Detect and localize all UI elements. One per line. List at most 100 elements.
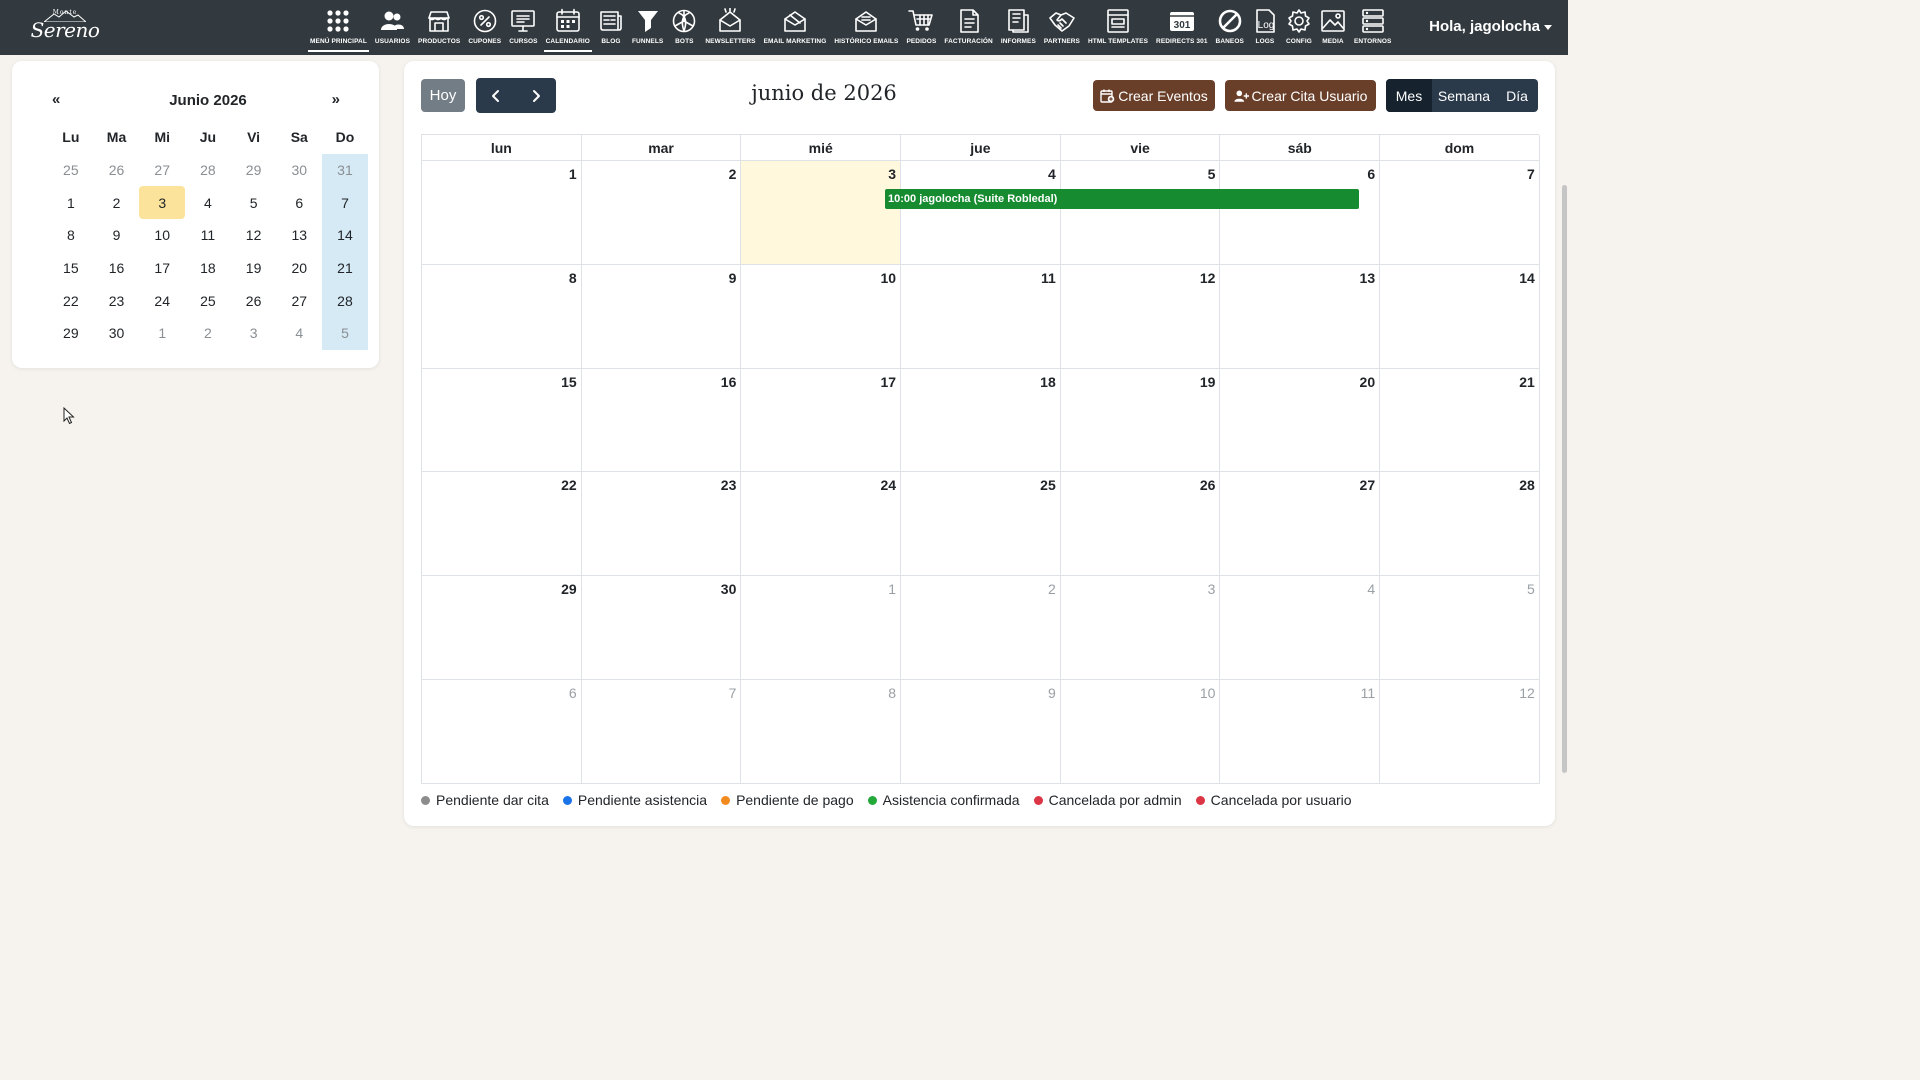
nav-item-cupones[interactable]: CUPONES (464, 0, 505, 50)
mini-day-cell[interactable]: 29 (48, 317, 94, 350)
prev-month-button[interactable] (476, 78, 516, 113)
create-appointment-button[interactable]: Crear Cita Usuario (1225, 80, 1376, 111)
day-cell[interactable]: 6 (422, 679, 582, 784)
mini-day-cell[interactable]: 30 (276, 154, 322, 187)
day-cell[interactable]: 4 (1220, 576, 1381, 680)
mini-day-cell[interactable]: 3 (139, 186, 186, 220)
mini-day-cell[interactable]: 27 (139, 154, 185, 187)
day-cell[interactable]: 16 (581, 368, 742, 473)
mini-next-month-button[interactable]: » (332, 91, 340, 108)
mini-day-cell[interactable]: 3 (231, 317, 277, 350)
day-cell[interactable]: 23 (581, 472, 742, 577)
day-cell[interactable]: 9 (901, 679, 1061, 784)
day-cell[interactable]: 27 (1220, 472, 1381, 577)
nav-item-productos[interactable]: PRODUCTOS (414, 0, 464, 50)
nav-item-partners[interactable]: PARTNERS (1040, 0, 1084, 50)
mini-day-cell[interactable]: 15 (48, 252, 94, 285)
day-number[interactable]: 17 (880, 374, 896, 390)
logo[interactable]: Monte Sereno (30, 8, 100, 46)
mini-day-cell[interactable]: 11 (185, 219, 231, 252)
day-cell[interactable]: 12 (1060, 264, 1221, 369)
nav-item-histórico-emails[interactable]: HISTÓRICO EMAILS (830, 0, 902, 50)
day-number[interactable]: 5 (1208, 166, 1216, 182)
nav-item-blog[interactable]: BLOG (594, 0, 628, 50)
day-cell[interactable]: 4 (901, 161, 1061, 265)
mini-day-cell[interactable]: 25 (185, 284, 231, 317)
mini-day-cell[interactable]: 7 (322, 186, 368, 220)
mini-day-cell[interactable]: 2 (185, 317, 231, 350)
day-number[interactable]: 10 (880, 270, 896, 286)
day-number[interactable]: 18 (1040, 374, 1056, 390)
day-cell[interactable]: 20 (1220, 368, 1381, 473)
day-cell[interactable]: 18 (901, 368, 1061, 473)
day-cell[interactable]: 1 (422, 161, 582, 265)
day-number[interactable]: 23 (721, 477, 737, 493)
day-number[interactable]: 26 (1200, 477, 1216, 493)
calendar-event[interactable]: 10:00 jagolocha (Suite Robledal) (885, 189, 1359, 209)
mini-day-cell[interactable]: 22 (48, 284, 94, 317)
mini-day-cell[interactable]: 13 (276, 219, 322, 252)
today-button[interactable]: Hoy (421, 79, 465, 112)
day-cell[interactable]: 2 (581, 161, 742, 265)
day-number[interactable]: 6 (1367, 166, 1375, 182)
day-cell[interactable]: 15 (422, 368, 582, 473)
day-cell[interactable]: 22 (422, 472, 582, 577)
mini-day-cell[interactable]: 21 (322, 251, 368, 285)
day-number[interactable]: 1 (569, 166, 577, 182)
mini-day-cell[interactable]: 14 (322, 219, 368, 252)
mini-day-cell[interactable]: 5 (231, 186, 277, 219)
day-cell[interactable]: 28 (1380, 472, 1540, 577)
nav-item-html-templates[interactable]: HTML TEMPLATES (1084, 0, 1152, 50)
nav-item-config[interactable]: CONFIG (1282, 0, 1316, 50)
day-cell[interactable]: 29 (422, 576, 582, 680)
nav-item-facturación[interactable]: FACTURACIÓN (940, 0, 996, 50)
day-cell[interactable]: 12 (1380, 679, 1540, 784)
mini-day-cell[interactable]: 30 (94, 317, 140, 350)
nav-item-baneos[interactable]: BANEOS (1212, 0, 1248, 50)
day-cell[interactable]: 19 (1060, 368, 1221, 473)
day-cell[interactable]: 25 (901, 472, 1061, 577)
user-menu[interactable]: Hola, jagolocha (1429, 18, 1552, 35)
nav-item-redirects-301[interactable]: 301 REDIRECTS 301 (1152, 0, 1212, 50)
mini-day-cell[interactable]: 2 (94, 186, 140, 219)
mini-day-cell[interactable]: 31 (322, 153, 368, 187)
view-month-button[interactable]: Mes (1386, 79, 1432, 112)
nav-item-funnels[interactable]: FUNNELS (628, 0, 667, 50)
day-cell[interactable]: 8 (741, 679, 902, 784)
day-cell[interactable]: 11 (901, 264, 1061, 369)
day-number[interactable]: 3 (1208, 581, 1216, 597)
mini-day-cell[interactable]: 6 (276, 186, 322, 219)
view-week-button[interactable]: Semana (1432, 79, 1496, 112)
mini-day-cell[interactable]: 4 (185, 186, 231, 219)
day-number[interactable]: 9 (1048, 685, 1056, 701)
day-cell[interactable]: 2 (901, 576, 1061, 680)
mini-day-cell[interactable]: 23 (94, 284, 140, 317)
mini-day-cell[interactable]: 26 (94, 154, 140, 187)
day-cell[interactable]: 3 (1060, 576, 1221, 680)
mini-day-cell[interactable]: 25 (48, 154, 94, 187)
mini-day-cell[interactable]: 4 (276, 317, 322, 350)
mini-day-cell[interactable]: 17 (139, 252, 185, 285)
day-number[interactable]: 8 (569, 270, 577, 286)
mini-day-cell[interactable]: 8 (48, 219, 94, 252)
day-number[interactable]: 27 (1360, 477, 1376, 493)
day-cell[interactable]: 10 (1060, 679, 1221, 784)
nav-item-informes[interactable]: INFORMES (997, 0, 1040, 50)
mini-day-cell[interactable]: 28 (322, 284, 368, 318)
day-number[interactable]: 16 (721, 374, 737, 390)
day-number[interactable]: 24 (880, 477, 896, 493)
mini-day-cell[interactable]: 26 (231, 284, 277, 317)
day-number[interactable]: 8 (888, 685, 896, 701)
mini-day-cell[interactable]: 16 (94, 252, 140, 285)
nav-item-cursos[interactable]: CURSOS (505, 0, 541, 50)
nav-item-bots[interactable]: BOTS (667, 0, 701, 50)
day-cell[interactable]: 30 (581, 576, 742, 680)
mini-day-cell[interactable]: 1 (139, 317, 185, 350)
nav-item-newsletters[interactable]: NEWSLETTERS (701, 0, 759, 50)
day-cell[interactable]: 14 (1380, 264, 1540, 369)
nav-item-menú-principal[interactable]: MENÚ PRINCIPAL (306, 0, 371, 52)
day-cell[interactable]: 3 (741, 161, 902, 265)
nav-item-calendario[interactable]: CALENDARIO (542, 0, 594, 52)
day-cell[interactable]: 10 (741, 264, 902, 369)
day-cell[interactable]: 6 (1220, 161, 1381, 265)
